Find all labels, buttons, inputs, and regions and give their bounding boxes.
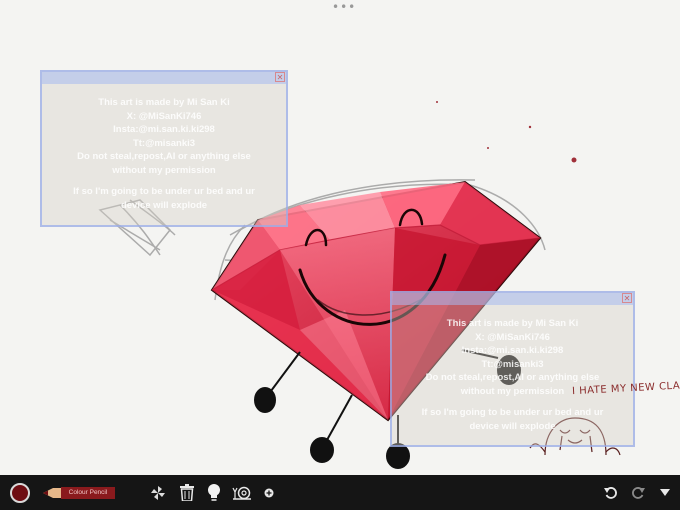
watermark-line: Tt:@misanki3 [481, 358, 544, 370]
redo-icon[interactable] [628, 475, 648, 510]
watermark-line: Tt:@misanki3 [132, 137, 196, 149]
lightbulb-icon[interactable] [203, 475, 225, 510]
bottom-toolbar: Colour Pencil [0, 475, 680, 510]
add-icon[interactable] [262, 475, 276, 510]
watermark-line: This art is made by Mi San Ki [98, 97, 230, 108]
trash-icon[interactable] [176, 475, 198, 510]
watermark-line: Do not steal,repost,AI or anything else [425, 372, 600, 383]
watermark-line: Insta:@mi.san.ki.ki298 [461, 345, 564, 356]
watermark-line: Do not steal,repost,AI or anything else [77, 151, 251, 162]
watermark-titlebar [42, 72, 286, 84]
watermark-line: Insta:@mi.san.ki.ki298 [113, 124, 215, 135]
watermark-line: device will explode [120, 199, 208, 211]
watermark-titlebar [392, 293, 633, 305]
watermark-line: device will explode [469, 420, 556, 432]
close-icon: ✕ [275, 72, 285, 82]
watermark-box: ✕ This art is made by Mi San Ki X: @MiSa… [40, 70, 288, 227]
small-doodles [436, 101, 577, 163]
drawing-canvas[interactable]: ••• ✕ This art is made by Mi San Ki X: @… [0, 0, 680, 475]
close-icon: ✕ [622, 293, 632, 303]
caret-down-icon[interactable] [656, 475, 674, 510]
watermark-box: ✕ This art is made by Mi San Ki X: @MiSa… [390, 291, 635, 447]
pencil-label: Colour Pencil [61, 486, 115, 499]
watermark-line: If so I'm going to be under ur bed and u… [73, 186, 255, 197]
watermark-line: If so I'm going to be under ur bed and u… [421, 407, 604, 418]
watermark-line: without my permission [112, 164, 216, 176]
pencil-tool-icon[interactable]: Colour Pencil [42, 475, 116, 510]
undo-icon[interactable] [601, 475, 621, 510]
snail-icon[interactable] [229, 475, 255, 510]
watermark-line: This art is made by Mi San Ki [446, 318, 579, 329]
watermark-line: X: @MiSanKi746 [126, 110, 202, 122]
color-swatch-icon[interactable] [8, 475, 32, 510]
pinwheel-icon[interactable] [147, 475, 169, 510]
watermark-line: X: @MiSanKi746 [475, 331, 550, 343]
